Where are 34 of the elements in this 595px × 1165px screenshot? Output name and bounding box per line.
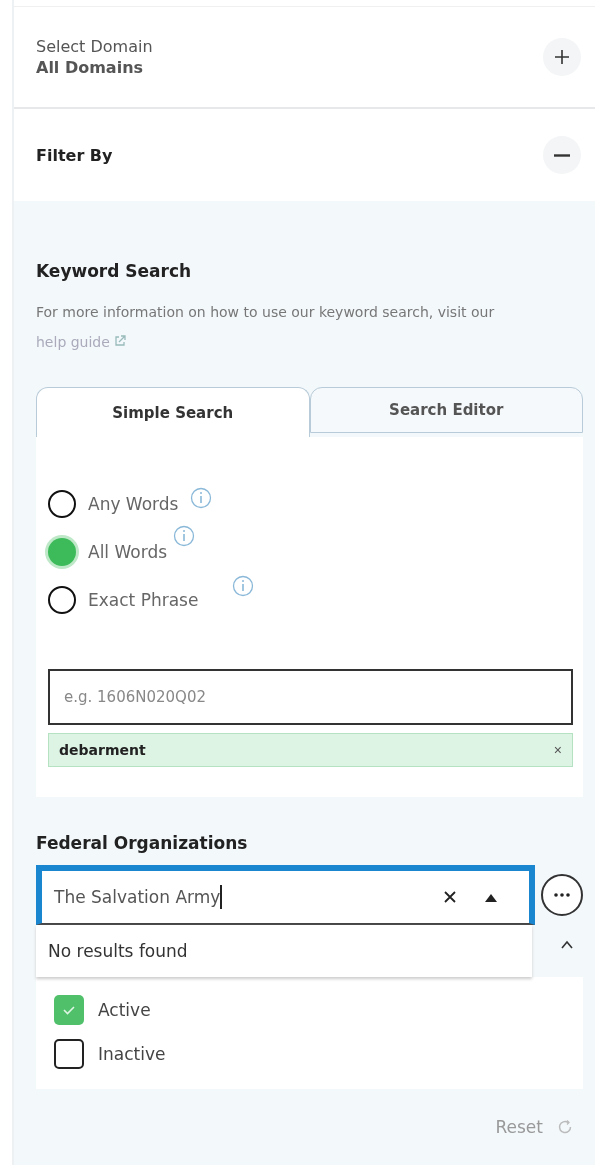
radio-button[interactable] bbox=[48, 538, 76, 566]
remove-button[interactable]: × bbox=[553, 742, 562, 758]
section-label: Select Domain bbox=[36, 37, 153, 56]
checkbox-label: Inactive bbox=[98, 1044, 166, 1064]
more-button[interactable] bbox=[541, 874, 583, 916]
search-tab[interactable]: Search Editor bbox=[309, 387, 583, 433]
minus-icon bbox=[554, 153, 570, 157]
checkbox[interactable] bbox=[54, 1039, 84, 1069]
chevron-up-icon[interactable] bbox=[560, 939, 574, 949]
organization-combobox[interactable]: The Salvation Army bbox=[36, 865, 535, 925]
keyword-input-field[interactable]: e.g. 1606N020Q02 bbox=[48, 669, 573, 725]
section-label: Filter By bbox=[36, 145, 113, 165]
external-link-icon bbox=[114, 335, 127, 347]
toggle-button[interactable] bbox=[543, 136, 581, 174]
checkbox[interactable] bbox=[54, 995, 84, 1025]
section-title: Keyword Search bbox=[36, 261, 193, 281]
help-text: For more information on how to use our keyword search, visit our help guide bbox=[36, 303, 496, 352]
plus-icon bbox=[553, 48, 571, 66]
chip-label: debarment bbox=[59, 742, 146, 758]
clear-icon[interactable] bbox=[443, 890, 457, 904]
toggle-button[interactable] bbox=[543, 38, 581, 76]
dropdown-message: No results found bbox=[36, 925, 532, 977]
ellipsis-icon bbox=[553, 893, 571, 897]
section-title: Federal Organizations bbox=[36, 833, 249, 853]
refresh-icon bbox=[557, 1119, 573, 1135]
checkbox-label: Active bbox=[98, 1000, 151, 1020]
search-tab[interactable]: Simple Search bbox=[36, 387, 310, 437]
radio-button[interactable] bbox=[48, 490, 76, 518]
radio-label: Any Words bbox=[88, 494, 179, 514]
section-value: All Domains bbox=[36, 58, 145, 77]
radio-label: Exact Phrase bbox=[88, 590, 199, 610]
checkmark-icon bbox=[62, 1005, 76, 1015]
radio-button[interactable] bbox=[48, 586, 76, 614]
radio-label: All Words bbox=[88, 542, 168, 562]
